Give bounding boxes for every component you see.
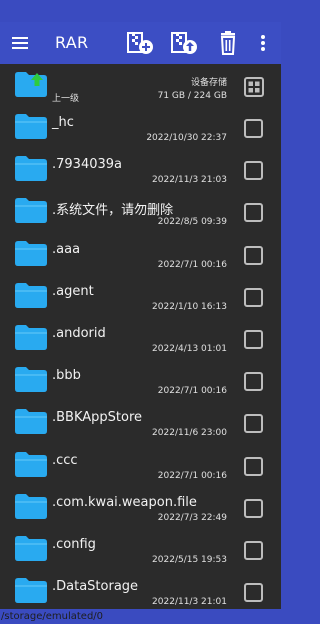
app-toolbar: RAR <box>0 22 281 64</box>
file-name: .andorid <box>52 326 106 341</box>
file-date: 2022/4/13 01:01 <box>152 344 227 354</box>
file-name: .bbb <box>52 368 81 384</box>
more-vert-icon[interactable] <box>254 30 272 56</box>
folder-icon <box>15 156 47 182</box>
grid-view-icon[interactable] <box>244 77 264 97</box>
file-row[interactable]: .config 2022/5/15 19:53 <box>0 531 281 573</box>
file-row[interactable]: .agent 2022/1/10 16:13 <box>0 278 281 320</box>
add-archive-icon[interactable] <box>126 30 154 56</box>
select-checkbox[interactable] <box>244 330 263 349</box>
file-row[interactable]: _hc 2022/10/30 22:37 <box>0 109 281 151</box>
folder-icon <box>15 451 47 477</box>
menu-icon[interactable] <box>10 31 32 55</box>
folder-icon <box>15 367 47 393</box>
select-checkbox[interactable] <box>244 287 263 307</box>
file-date: 2022/11/3 21:01 <box>152 597 227 608</box>
file-date: 2022/5/15 19:53 <box>152 555 227 565</box>
file-list: 上一级 设备存储 71 GB / 224 GB _hc 2022/10/30 22… <box>0 64 281 609</box>
file-row[interactable]: .7934039a 2022/11/3 21:03 <box>0 151 281 193</box>
file-name: .BBKAppStore <box>52 410 143 426</box>
file-date: 2022/7/1 00:16 <box>157 259 227 270</box>
folder-icon <box>15 536 47 561</box>
select-checkbox[interactable] <box>244 456 263 476</box>
select-checkbox[interactable] <box>244 541 263 560</box>
folder-icon <box>15 198 47 224</box>
status-bar <box>0 0 281 22</box>
parent-directory-row[interactable]: 上一级 设备存储 71 GB / 224 GB <box>0 67 281 109</box>
file-date: 2022/7/1 00:16 <box>157 470 227 481</box>
file-date: 2022/8/5 09:39 <box>157 217 227 228</box>
file-name: .config <box>52 537 96 552</box>
file-date: 2022/11/3 21:03 <box>152 175 227 186</box>
select-checkbox[interactable] <box>244 583 263 603</box>
file-date: 2022/1/10 16:13 <box>152 301 227 312</box>
file-row[interactable]: .ccc 2022/7/1 00:16 <box>0 447 281 489</box>
file-date: 2022/10/30 22:37 <box>146 133 227 143</box>
file-row[interactable]: .bbb 2022/7/1 00:16 <box>0 362 281 404</box>
folder-icon <box>15 240 47 266</box>
parent-directory-label: 上一级 <box>52 94 80 104</box>
file-name: .DataStorage <box>52 579 139 595</box>
file-row[interactable]: .BBKAppStore 2022/11/6 23:00 <box>0 404 281 446</box>
file-date: 2022/11/6 23:00 <box>152 428 227 439</box>
select-checkbox[interactable] <box>244 203 263 223</box>
file-name: _hc <box>52 115 74 130</box>
file-row[interactable]: .andorid 2022/4/13 01:01 <box>0 320 281 362</box>
file-date: 2022/7/1 00:16 <box>157 386 227 397</box>
folder-icon <box>15 325 47 350</box>
folder-icon <box>15 282 47 308</box>
extract-archive-icon[interactable] <box>170 30 198 56</box>
select-checkbox[interactable] <box>244 498 263 518</box>
app-title: RAR <box>55 33 89 52</box>
file-name: .7934039a <box>52 157 122 173</box>
file-row[interactable]: .com.kwai.weapon.file 2022/7/3 22:49 <box>0 489 281 531</box>
file-name: .系统文件，请勿删除 <box>52 203 174 219</box>
storage-label: 设备存储 <box>190 78 227 88</box>
folder-icon <box>15 409 47 435</box>
file-name: .agent <box>52 283 94 299</box>
select-checkbox[interactable] <box>244 414 263 434</box>
current-path: /storage/emulated/0 <box>0 609 281 624</box>
select-checkbox[interactable] <box>244 372 263 392</box>
file-name: .com.kwai.weapon.file <box>52 494 197 510</box>
file-name: .ccc <box>52 452 78 468</box>
file-date: 2022/7/3 22:49 <box>157 512 227 523</box>
storage-size: 71 GB / 224 GB <box>157 91 227 101</box>
folder-icon <box>15 578 47 604</box>
file-row[interactable]: .aaa 2022/7/1 00:16 <box>0 236 281 278</box>
folder-icon <box>15 114 47 139</box>
select-checkbox[interactable] <box>244 161 263 181</box>
delete-icon[interactable] <box>216 30 244 56</box>
folder-up-icon <box>15 72 47 97</box>
file-name: .aaa <box>52 241 81 257</box>
select-checkbox[interactable] <box>244 245 263 265</box>
file-row[interactable]: .系统文件，请勿删除 2022/8/5 09:39 <box>0 193 281 235</box>
folder-icon <box>15 493 47 519</box>
file-row[interactable]: .DataStorage 2022/11/3 21:01 <box>0 573 281 609</box>
select-checkbox[interactable] <box>244 119 263 138</box>
